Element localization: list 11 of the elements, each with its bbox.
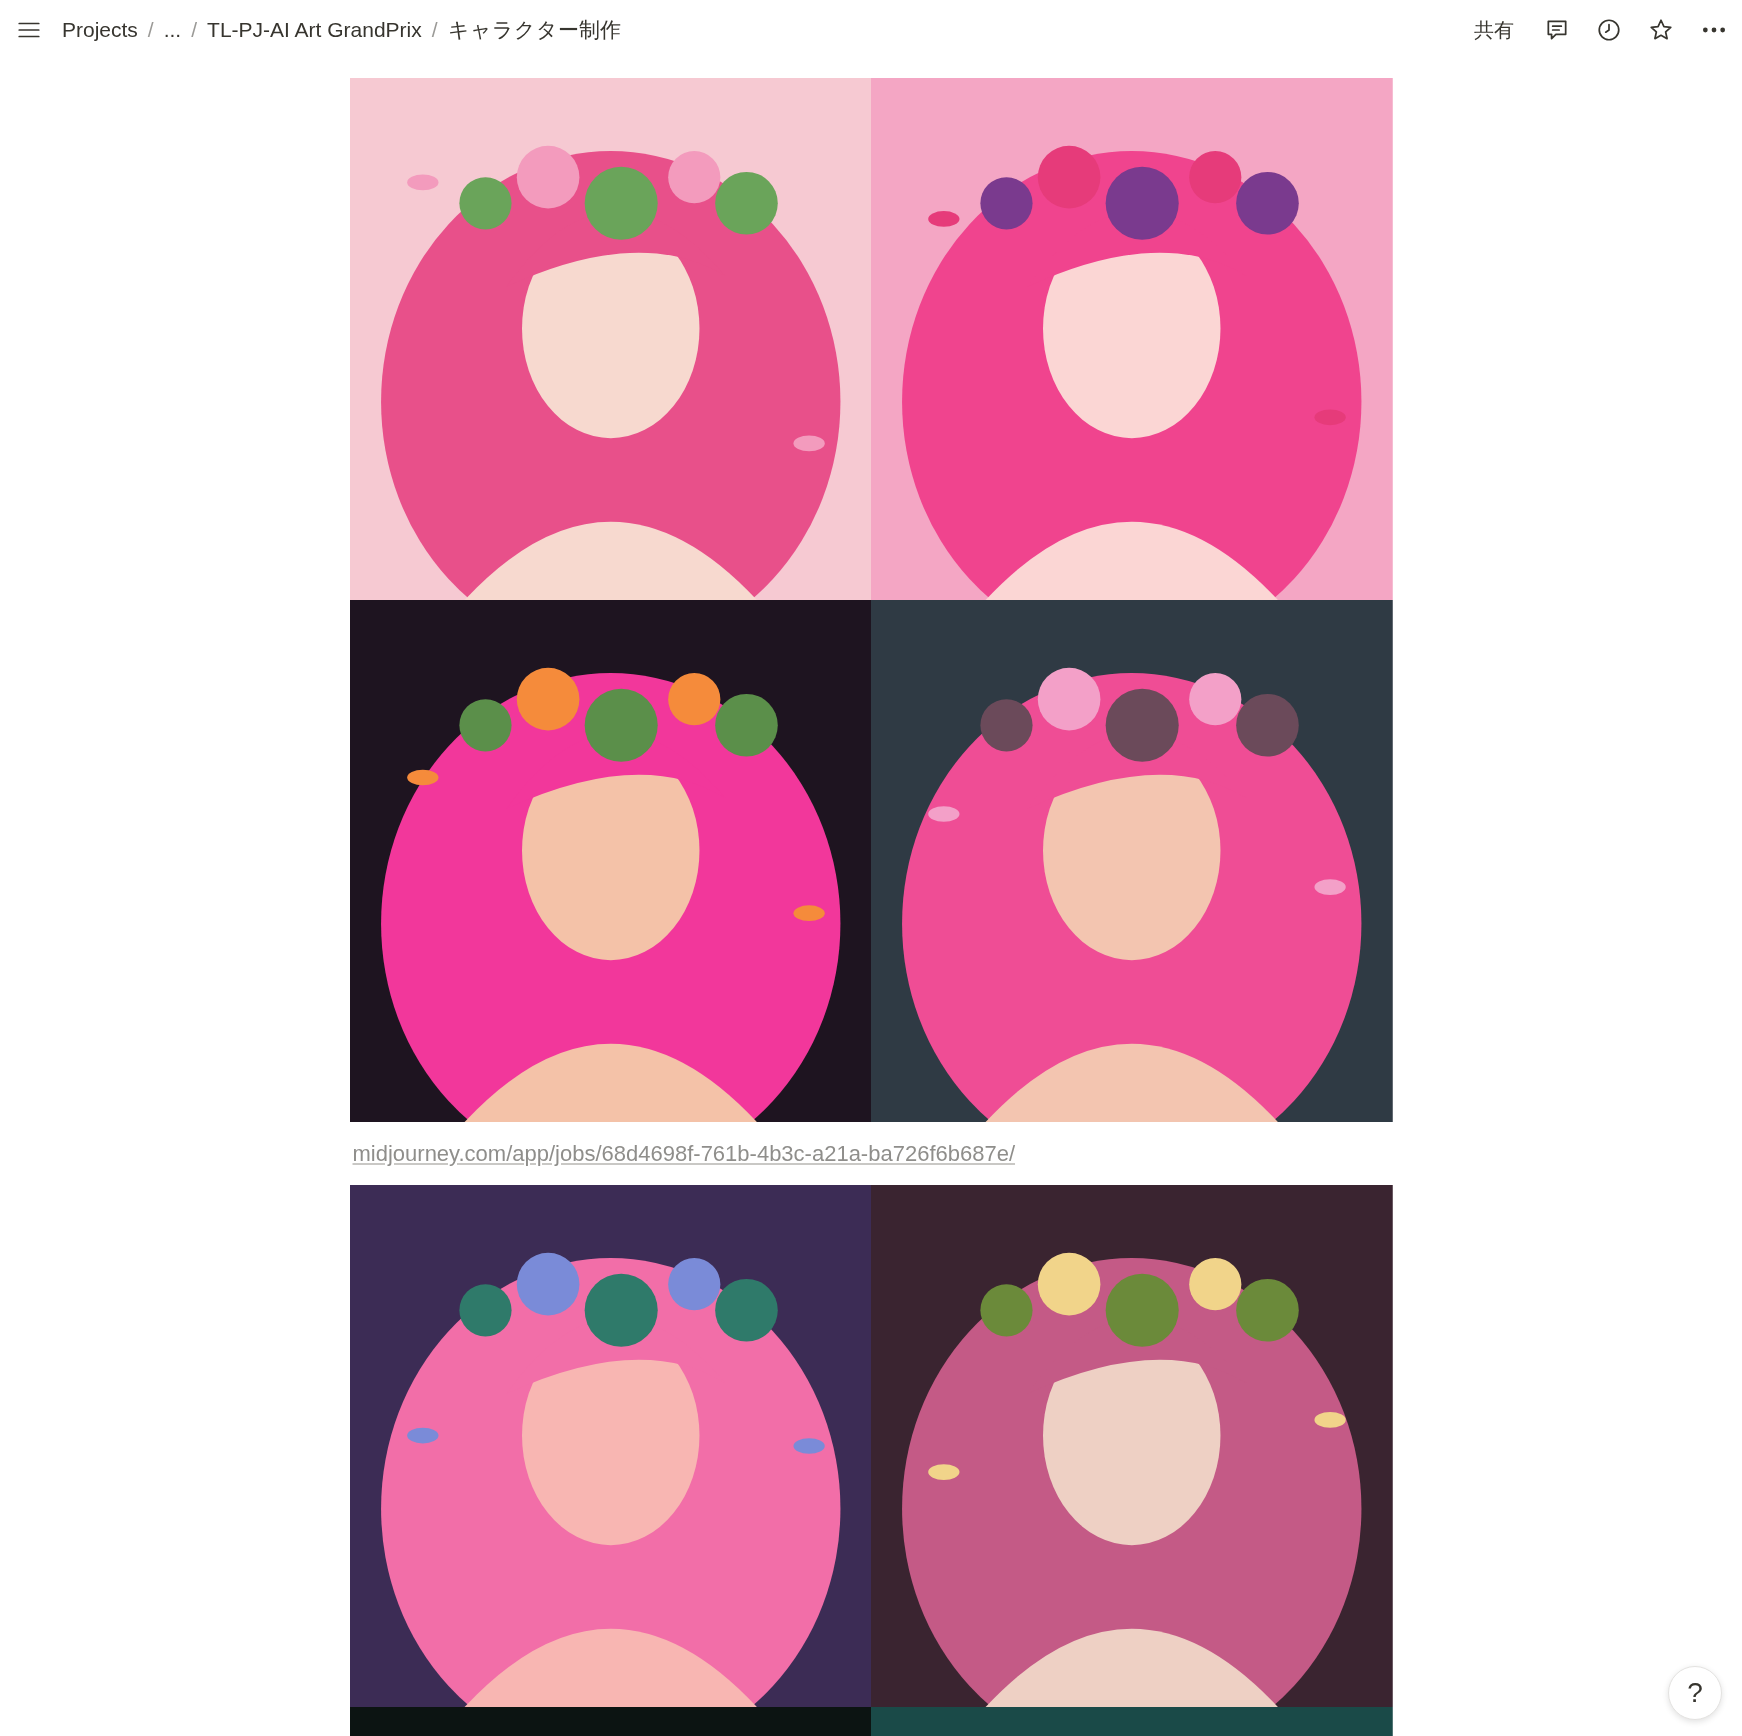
breadcrumb-separator: / (431, 18, 438, 42)
share-button[interactable]: 共有 (1470, 14, 1518, 46)
breadcrumb-link[interactable]: TL-PJ-AI Art GrandPrix (203, 16, 426, 44)
breadcrumb-link[interactable]: キャラクター制作 (443, 14, 625, 46)
breadcrumb-link[interactable]: ... (159, 16, 186, 44)
breadcrumb-separator: / (191, 18, 198, 42)
help-button[interactable]: ? (1668, 1666, 1722, 1720)
breadcrumb-separator: / (147, 18, 154, 42)
breadcrumb-link[interactable]: Projects (58, 16, 142, 44)
comment-icon[interactable] (1544, 17, 1570, 43)
clock-icon[interactable] (1596, 17, 1622, 43)
